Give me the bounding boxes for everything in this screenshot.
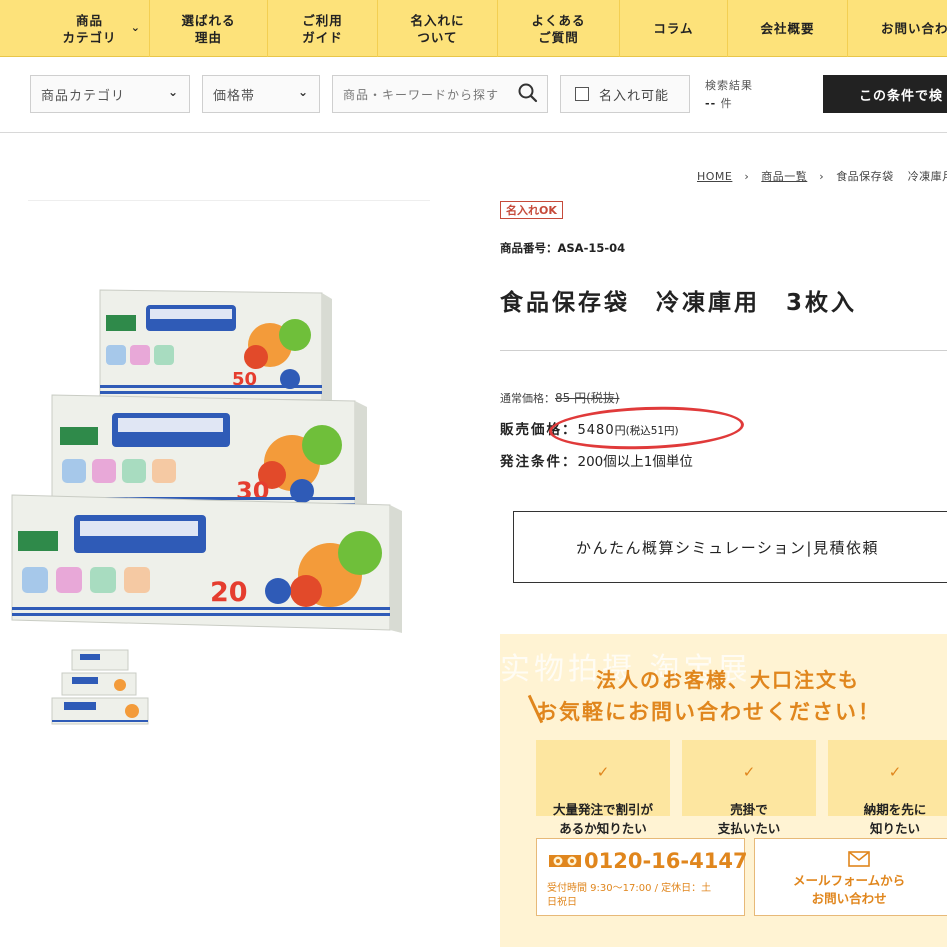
product-thumbnail[interactable]	[50, 648, 150, 728]
name-print-label: 名入れ可能	[599, 88, 670, 104]
chevron-down-icon: ⌄	[297, 85, 309, 99]
svg-text:20: 20	[210, 577, 248, 608]
feature-label: 大量発注で割引が あるか知りたい	[552, 802, 653, 836]
breadcrumb-current: 冷凍庫月	[907, 170, 947, 183]
cta-heading-2: お気軽にお問い合わせください！	[536, 700, 881, 724]
business-hours: 受付時間 9:30〜17:00 / 定休日：土 日祝日	[547, 883, 712, 908]
nav-item-label: 会社概要	[760, 21, 815, 36]
check-icon: ✓	[888, 763, 902, 781]
price-select[interactable]: 価格帯 ⌄	[202, 75, 320, 113]
order-condition: 発注条件：200個以上1個単位	[500, 450, 693, 470]
feature-card-delivery: ✓ 納期を先に 知りたい	[828, 740, 947, 836]
check-icon: ✓	[742, 763, 756, 781]
feature-card-credit: ✓ 売掛で 支払いたい	[682, 740, 816, 836]
phone-contact[interactable]: 0120-16-4147 受付時間 9:30〜17:00 / 定休日：土 日祝日	[536, 838, 748, 916]
nav-item-label: ご利用 ガイド	[302, 12, 343, 45]
breadcrumb-category: 食品保存袋	[836, 170, 894, 183]
regular-price-value: 85 円(税抜)	[555, 391, 620, 405]
phone-number: 0120-16-4147	[584, 849, 748, 873]
red-annotation-circle	[548, 403, 745, 453]
nav-item-column[interactable]: コラム	[620, 0, 728, 57]
estimate-button-label: かんたん概算シミュレーション|見積依頼	[576, 538, 879, 557]
price-select-value: 価格帯	[213, 88, 256, 104]
nav-item-faq[interactable]: よくある ご質問	[498, 0, 620, 57]
cta-heading-1: 法人のお客様、大口注文も	[596, 668, 860, 692]
nav-item-guide[interactable]: ご利用 ガイド	[268, 0, 378, 57]
breadcrumb-chevron-icon: ›	[819, 170, 825, 183]
breadcrumb-home[interactable]: HOME	[697, 170, 732, 183]
mail-form-label: メールフォームから お問い合わせ	[793, 873, 906, 906]
result-label: 検索結果	[705, 79, 753, 92]
check-icon: ✓	[596, 763, 610, 781]
breadcrumb-chevron-icon: ›	[744, 170, 750, 183]
nav-item-label: 商品 カテゴリ	[62, 12, 117, 45]
breadcrumb: HOME › 商品一覧 › 食品保存袋 冷凍庫月	[697, 168, 947, 184]
regular-price: 通常価格：85 円(税抜)	[500, 389, 619, 406]
chevron-down-icon: ⌄	[130, 21, 141, 34]
checkbox-icon[interactable]	[575, 87, 589, 101]
chevron-down-icon: ⌄	[167, 85, 179, 99]
mail-form-button[interactable]: メールフォームから お問い合わせ	[754, 838, 947, 916]
nav-item-company[interactable]: 会社概要	[728, 0, 848, 57]
free-dial-icon	[549, 855, 581, 867]
apply-filter-button[interactable]: この条件で検	[823, 75, 947, 113]
product-main-image[interactable]: 50 30 20	[10, 285, 405, 635]
product-title: 食品保存袋 冷凍庫用 3枚入	[500, 290, 858, 316]
filter-bar: 商品カテゴリ ⌄ 価格帯 ⌄ 商品・キーワードから探す 名入れ可能 検索結果 -…	[0, 57, 947, 133]
name-print-filter[interactable]: 名入れ可能	[560, 75, 690, 113]
section-divider	[500, 350, 947, 351]
estimate-button[interactable]: かんたん概算シミュレーション|見積依頼	[513, 511, 947, 583]
apply-filter-label: この条件で検	[859, 88, 944, 104]
feature-card-discount: ✓ 大量発注で割引が あるか知りたい	[536, 740, 670, 836]
nav-item-label: よくある ご質問	[531, 12, 586, 45]
nav-item-label: 選ばれる 理由	[181, 12, 236, 45]
nav-item-reasons[interactable]: 選ばれる 理由	[150, 0, 268, 57]
gallery-divider	[28, 200, 430, 201]
result-unit: 件	[720, 97, 733, 110]
corporate-contact-block: 实物拍摄 淘宝展 法人のお客様、大口注文も お気軽にお問い合わせください！ ✓ …	[500, 634, 947, 947]
name-print-badge: 名入れOK	[500, 201, 563, 219]
top-navigation: 商品 カテゴリ ⌄ 選ばれる 理由 ご利用 ガイド 名入れに ついて よくある …	[0, 0, 947, 57]
nav-item-label: コラム	[653, 21, 694, 36]
product-sku: 商品番号：ASA-15-04	[500, 241, 626, 255]
nav-item-category[interactable]: 商品 カテゴリ ⌄	[30, 0, 150, 57]
feature-label: 納期を先に 知りたい	[863, 802, 927, 836]
search-icon[interactable]	[517, 82, 539, 104]
search-placeholder: 商品・キーワードから探す	[343, 87, 500, 102]
regular-price-label: 通常価格：	[500, 392, 555, 405]
search-result-count: 検索結果 -- 件	[705, 77, 753, 113]
breadcrumb-product-list[interactable]: 商品一覧	[761, 170, 807, 183]
feature-label: 売掛で 支払いたい	[717, 802, 781, 836]
category-select-value: 商品カテゴリ	[41, 88, 126, 104]
nav-item-name-print[interactable]: 名入れに ついて	[378, 0, 498, 57]
nav-item-contact[interactable]: お問い合わ	[848, 0, 947, 57]
envelope-icon	[848, 851, 870, 867]
search-input[interactable]: 商品・キーワードから探す	[332, 75, 548, 113]
order-condition-value: 200個以上1個単位	[577, 454, 693, 470]
result-value: --	[705, 97, 717, 110]
order-condition-label: 発注条件：	[500, 454, 578, 470]
nav-item-label: 名入れに ついて	[410, 12, 465, 45]
category-select[interactable]: 商品カテゴリ ⌄	[30, 75, 190, 113]
nav-item-label: お問い合わ	[881, 21, 947, 36]
